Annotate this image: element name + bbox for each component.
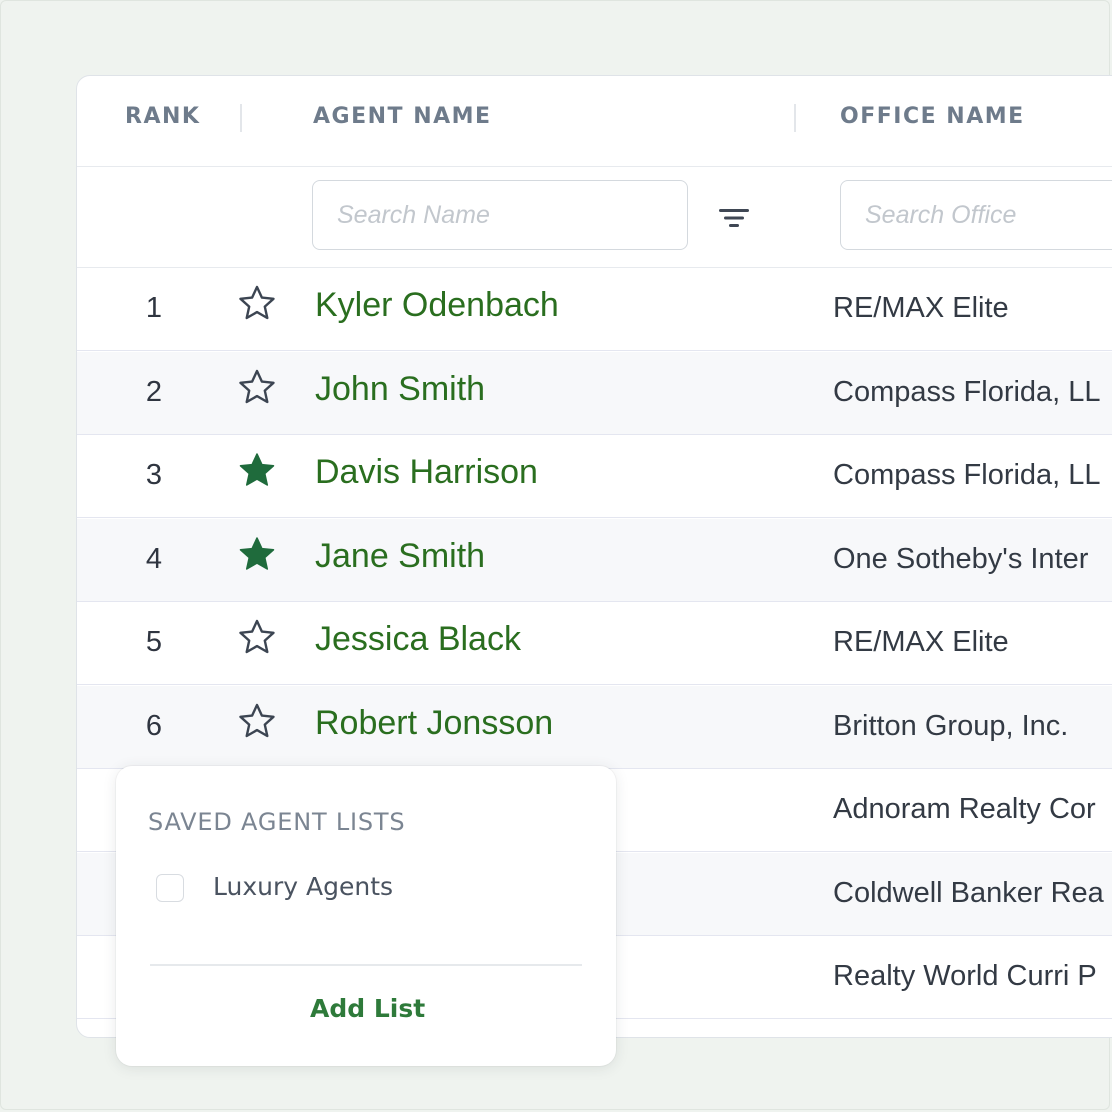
list-checkbox[interactable] — [156, 874, 184, 902]
rank-cell: 2 — [145, 375, 163, 408]
rank-cell: 4 — [145, 542, 163, 575]
add-list-button[interactable]: Add List — [310, 994, 425, 1023]
office-name-cell: Realty World Curri P — [833, 960, 1097, 992]
search-office-input[interactable] — [840, 180, 1112, 250]
office-name-cell: Compass Florida, LL — [833, 375, 1101, 408]
star-filled-icon[interactable] — [237, 535, 277, 575]
saved-agent-lists-popover: SAVED AGENT LISTS Luxury Agents Add List — [116, 766, 616, 1066]
office-name-cell: RE/MAX Elite — [833, 292, 1009, 324]
column-resize-handle[interactable] — [794, 104, 796, 132]
column-header-office-name[interactable]: OFFICE NAME — [840, 104, 1025, 129]
rank-cell: 6 — [145, 709, 163, 742]
star-filled-icon[interactable] — [237, 451, 277, 491]
saved-list-option-luxury-agents[interactable]: Luxury Agents — [156, 868, 556, 908]
table-row[interactable]: 4 Jane Smith One Sotheby's Inter — [77, 518, 1112, 602]
agent-name-link[interactable]: Davis Harrison — [315, 453, 538, 492]
office-name-cell: Compass Florida, LL — [833, 459, 1101, 491]
agent-name-link[interactable]: Jane Smith — [315, 537, 485, 576]
list-label: Luxury Agents — [213, 872, 394, 901]
table-header: RANK AGENT NAME OFFICE NAME — [77, 76, 1112, 167]
table-row[interactable]: 6 Robert Jonsson Britton Group, Inc. — [77, 685, 1112, 769]
popover-divider — [150, 964, 582, 966]
office-name-cell: Coldwell Banker Rea — [833, 876, 1104, 909]
column-header-rank[interactable]: RANK — [125, 104, 200, 129]
office-name-cell: One Sotheby's Inter — [833, 542, 1089, 575]
column-resize-handle[interactable] — [240, 104, 242, 132]
office-name-cell: RE/MAX Elite — [833, 626, 1009, 658]
star-outline-icon[interactable] — [237, 368, 277, 408]
rank-cell: 5 — [145, 626, 163, 658]
search-name-input[interactable] — [312, 180, 688, 250]
agent-name-link[interactable]: Robert Jonsson — [315, 704, 553, 743]
table-row[interactable]: 2 John Smith Compass Florida, LL — [77, 351, 1112, 435]
star-outline-icon[interactable] — [237, 702, 277, 742]
star-outline-icon[interactable] — [237, 284, 277, 324]
star-outline-icon[interactable] — [237, 618, 277, 658]
rank-cell: 3 — [145, 459, 163, 491]
agent-name-link[interactable]: John Smith — [315, 370, 485, 409]
office-name-cell: Adnoram Realty Cor — [833, 793, 1096, 825]
table-row[interactable]: 5 Jessica Black RE/MAX Elite — [77, 602, 1112, 685]
popover-title: SAVED AGENT LISTS — [148, 808, 406, 836]
rank-cell: 1 — [145, 292, 163, 324]
filter-icon[interactable] — [717, 205, 751, 231]
table-row[interactable]: 3 Davis Harrison Compass Florida, LL — [77, 435, 1112, 518]
filter-row — [77, 167, 1112, 268]
column-header-agent-name[interactable]: AGENT NAME — [313, 104, 492, 129]
office-name-cell: Britton Group, Inc. — [833, 709, 1069, 742]
agent-name-link[interactable]: Kyler Odenbach — [315, 286, 559, 325]
agent-name-link[interactable]: Jessica Black — [315, 620, 521, 659]
table-row[interactable]: 1 Kyler Odenbach RE/MAX Elite — [77, 268, 1112, 351]
